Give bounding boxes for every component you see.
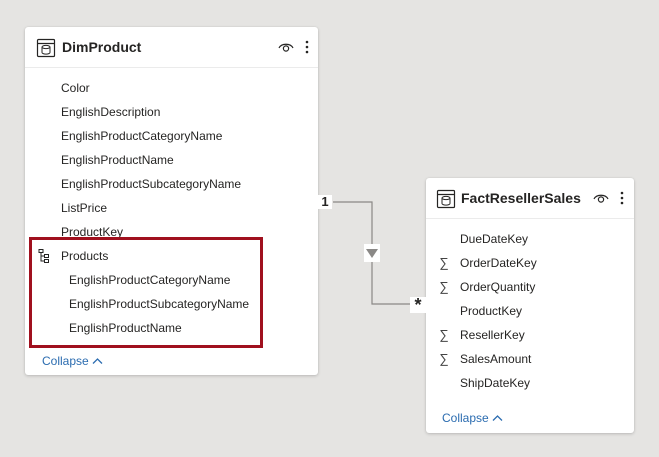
relationship-one-side-label: 1 [318,195,332,209]
relationship-line[interactable] [0,0,659,457]
relationship-many-side-label: * [410,296,426,314]
